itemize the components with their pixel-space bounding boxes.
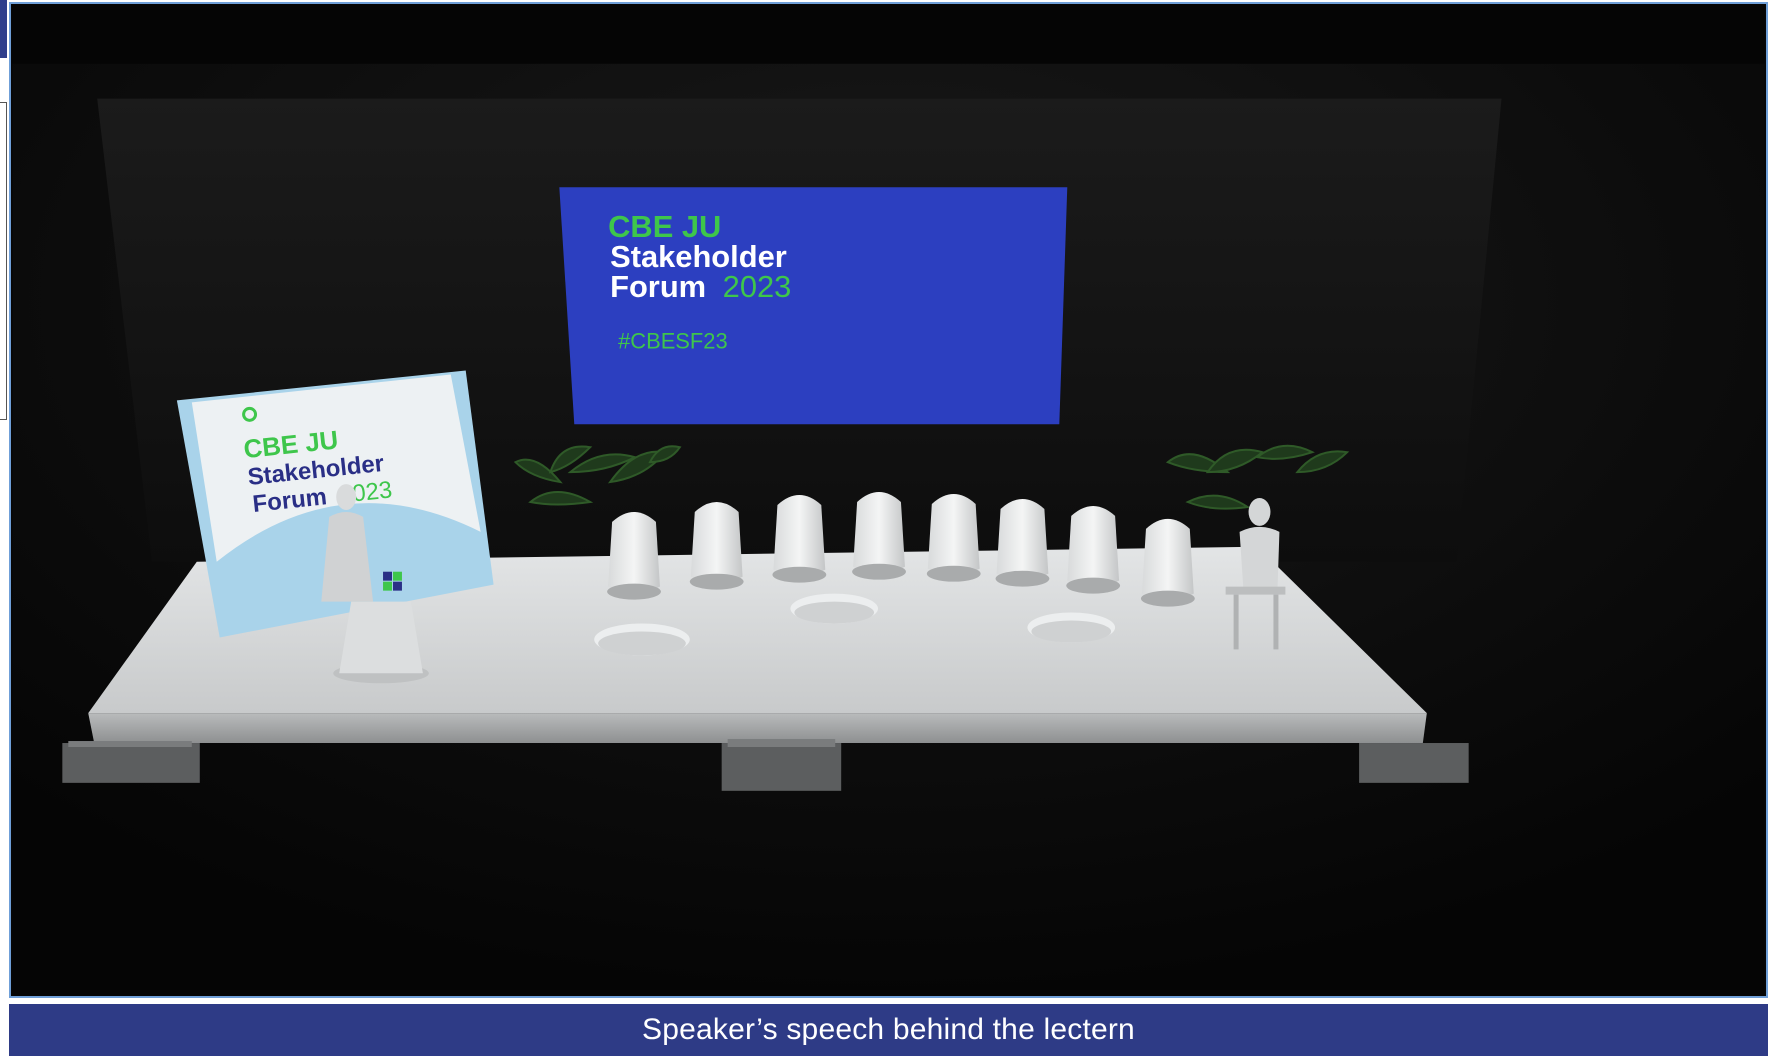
left-edge-tab <box>0 0 7 58</box>
chair-3 <box>772 495 827 583</box>
image-frame: CBE JU Stakeholder Forum 2023 #CBESF23 C… <box>9 2 1768 998</box>
caption-bar: Speaker’s speech behind the lectern <box>9 1004 1768 1056</box>
svg-text:Forum 2023: Forum 2023 <box>610 269 791 304</box>
left-edge-bracket <box>0 102 7 420</box>
image-caption: Speaker’s speech behind the lectern <box>642 1013 1135 1046</box>
chair-8 <box>1140 518 1195 607</box>
led-screen: CBE JU Stakeholder Forum 2023 #CBESF23 <box>559 187 1068 425</box>
stage-front <box>88 713 1427 744</box>
chair-4 <box>852 492 906 580</box>
screen-title-year: 2023 <box>723 269 792 304</box>
stage-render: CBE JU Stakeholder Forum 2023 #CBESF23 C… <box>12 4 1765 996</box>
step-center <box>721 743 842 791</box>
chair-5 <box>926 494 981 582</box>
chair-6 <box>995 499 1050 587</box>
step-right <box>1359 743 1469 783</box>
step-left <box>62 743 200 783</box>
chair-7 <box>1066 505 1121 594</box>
screen-hashtag: #CBESF23 <box>618 329 728 354</box>
chair-1 <box>607 511 661 600</box>
screen-title-forum: Forum <box>610 269 706 304</box>
chair-2 <box>689 501 744 590</box>
